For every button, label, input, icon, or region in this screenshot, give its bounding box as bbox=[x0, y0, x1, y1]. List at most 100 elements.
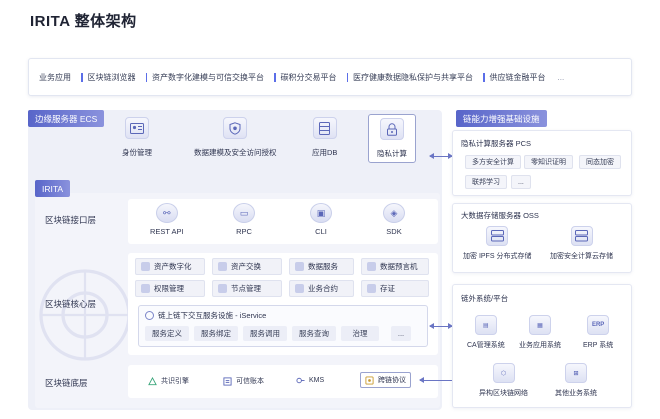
base-item-label: KMS bbox=[309, 377, 325, 384]
iservice-box: 链上链下交互服务设施 - iService 服务定义 服务绑定 服务调用 服务查… bbox=[138, 305, 428, 347]
api-item-label: RPC bbox=[236, 227, 252, 236]
pcs-tag[interactable]: 同态加密 bbox=[579, 155, 621, 169]
iservice-item[interactable]: 治理 bbox=[341, 326, 379, 341]
base-cross-chain[interactable]: 跨链协议 bbox=[360, 372, 411, 388]
base-ledger[interactable]: 可信账本 bbox=[223, 376, 264, 386]
offchain-erp[interactable]: ERP ERP 系统 bbox=[583, 315, 613, 350]
chip-label: 资产交换 bbox=[231, 262, 261, 271]
core-chip-data-service[interactable]: 数据服务 bbox=[289, 258, 354, 275]
grid-icon bbox=[141, 284, 150, 293]
oracle-icon bbox=[367, 262, 376, 271]
core-chip-node-management[interactable]: 节点管理 bbox=[212, 280, 282, 297]
api-item-label: REST API bbox=[150, 227, 184, 236]
base-item-label: 共识引擎 bbox=[161, 378, 189, 385]
offchain-item-label: 异构区块链网络 bbox=[479, 390, 528, 397]
core-chip-evidence[interactable]: 存证 bbox=[361, 280, 429, 297]
ecs-items: 身份管理 数据建模及安全访问授权 应用DB 隐私计算 bbox=[100, 114, 439, 173]
lock-icon bbox=[380, 118, 404, 140]
pcs-tag[interactable]: 联邦学习 bbox=[465, 175, 507, 189]
base-kms[interactable]: KMS bbox=[296, 376, 324, 385]
business-app-icon: ▦ bbox=[529, 315, 551, 335]
enhance-header: 链能力增强基础设施 bbox=[456, 110, 547, 127]
erp-icon: ERP bbox=[587, 315, 610, 335]
business-item-explorer[interactable]: 区块链浏览器 bbox=[81, 72, 136, 83]
business-item-supply-chain[interactable]: 供应链金融平台 bbox=[483, 72, 546, 83]
pcs-tag[interactable]: 零知识证明 bbox=[524, 155, 573, 169]
api-rpc[interactable]: ▭ RPC bbox=[233, 203, 255, 236]
ecs-privacy-compute[interactable]: 隐私计算 bbox=[368, 114, 416, 163]
offchain-item-label: ERP 系统 bbox=[583, 342, 614, 349]
chip-label: 资产数字化 bbox=[154, 262, 192, 271]
chip-label: 存证 bbox=[380, 284, 395, 293]
arrow-privacy-to-pcs bbox=[429, 153, 453, 159]
offchain-item-label: 业务应用系统 bbox=[519, 342, 561, 349]
business-more: ... bbox=[557, 72, 565, 82]
layers-icon: ◈ bbox=[383, 203, 405, 223]
pcs-tag-more: ... bbox=[511, 175, 531, 189]
base-consensus[interactable]: 共识引擎 bbox=[148, 376, 189, 386]
database-icon bbox=[312, 117, 337, 139]
iservice-item[interactable]: 服务查询 bbox=[292, 326, 336, 341]
link-icon: ⚯ bbox=[155, 203, 178, 223]
core-chip-asset-exchange[interactable]: 资产交换 bbox=[212, 258, 282, 275]
ecs-item-label: 数据建模及安全访问授权 bbox=[194, 148, 277, 157]
ca-certificate-icon: ▤ bbox=[474, 315, 497, 335]
base-item-label: 跨链协议 bbox=[378, 377, 406, 384]
oss-item-label: 加密安全计算云存储 bbox=[550, 253, 613, 260]
chip-label: 数据服务 bbox=[308, 262, 338, 271]
base-layer: 共识引擎 可信账本 KMS 跨链协议 bbox=[128, 365, 438, 398]
business-item-asset-platform[interactable]: 资产数字化建模与可信交换平台 bbox=[146, 72, 264, 83]
shield-icon bbox=[223, 117, 248, 139]
api-item-label: SDK bbox=[386, 227, 402, 236]
api-item-label: CLI bbox=[315, 227, 327, 236]
api-layer: ⚯ REST API ▭ RPC ▣ CLI ◈ SDK bbox=[128, 199, 438, 244]
oss-cloud[interactable]: 加密安全计算云存储 bbox=[550, 226, 613, 261]
page-title: IRITA 整体架构 bbox=[30, 13, 137, 30]
arrow-iservice-to-offchain bbox=[429, 323, 453, 329]
chip-label: 业务合约 bbox=[308, 284, 338, 293]
oss-ipfs[interactable]: 加密 IPFS 分布式存储 bbox=[463, 226, 531, 261]
pcs-tag[interactable]: 多方安全计算 bbox=[465, 155, 521, 169]
id-card-icon bbox=[125, 117, 149, 139]
server-icon bbox=[486, 226, 509, 246]
network-icon: ⬡ bbox=[492, 363, 515, 383]
iservice-item[interactable]: 服务调用 bbox=[243, 326, 287, 341]
offchain-other[interactable]: ⊞ 其他业务系统 bbox=[555, 363, 597, 398]
node-icon bbox=[218, 284, 227, 293]
oss-title: 大数据存储服务器 OSS bbox=[461, 211, 539, 220]
oss-box: 大数据存储服务器 OSS 加密 IPFS 分布式存储 加密安全计算云存储 bbox=[452, 203, 632, 273]
ecs-identity[interactable]: 身份管理 bbox=[122, 117, 152, 158]
offchain-box: 链外系统/平台 ▤ CA管理系统 ▦ 业务应用系统 ERP ERP 系统 ⬡ 异… bbox=[452, 284, 632, 408]
chart-icon bbox=[295, 262, 304, 271]
api-rest[interactable]: ⚯ REST API bbox=[150, 203, 184, 236]
offchain-item-label: CA管理系统 bbox=[467, 342, 505, 349]
offchain-title: 链外系统/平台 bbox=[461, 294, 509, 303]
ecs-item-label: 应用DB bbox=[312, 148, 338, 157]
core-chip-oracle[interactable]: 数据预言机 bbox=[361, 258, 429, 275]
business-application-bar: 业务应用 区块链浏览器 资产数字化建模与可信交换平台 碳积分交易平台 医疗健康数… bbox=[28, 58, 632, 96]
ecs-item-label: 隐私计算 bbox=[377, 149, 407, 158]
chip-label: 数据预言机 bbox=[380, 262, 418, 271]
core-chip-contract[interactable]: 业务合约 bbox=[289, 280, 354, 297]
offchain-business[interactable]: ▦ 业务应用系统 bbox=[519, 315, 561, 350]
core-chip-asset-digitization[interactable]: 资产数字化 bbox=[135, 258, 205, 275]
pcs-title: 隐私计算服务器 PCS bbox=[461, 139, 532, 148]
api-cli[interactable]: ▣ CLI bbox=[310, 203, 332, 236]
consensus-icon bbox=[148, 376, 157, 385]
api-layer-label: 区块链接口层 bbox=[45, 215, 97, 225]
business-item-health-platform[interactable]: 医疗健康数据隐私保护与共享平台 bbox=[347, 72, 473, 83]
base-layer-label: 区块链底层 bbox=[45, 378, 88, 388]
key-icon bbox=[296, 377, 305, 384]
iservice-item[interactable]: 服务绑定 bbox=[194, 326, 238, 341]
iservice-item[interactable]: 服务定义 bbox=[145, 326, 189, 341]
ecs-data-modeling[interactable]: 数据建模及安全访问授权 bbox=[194, 117, 277, 158]
exchange-icon bbox=[218, 262, 227, 271]
api-sdk[interactable]: ◈ SDK bbox=[383, 203, 405, 236]
irita-header: IRITA bbox=[35, 180, 71, 197]
core-chip-permission[interactable]: 权限管理 bbox=[135, 280, 205, 297]
asset-icon bbox=[141, 262, 150, 271]
ecs-app-db[interactable]: 应用DB bbox=[312, 117, 337, 158]
business-item-carbon-platform[interactable]: 碳积分交易平台 bbox=[274, 72, 337, 83]
offchain-heterogeneous[interactable]: ⬡ 异构区块链网络 bbox=[479, 363, 528, 398]
offchain-ca[interactable]: ▤ CA管理系统 bbox=[467, 315, 505, 350]
